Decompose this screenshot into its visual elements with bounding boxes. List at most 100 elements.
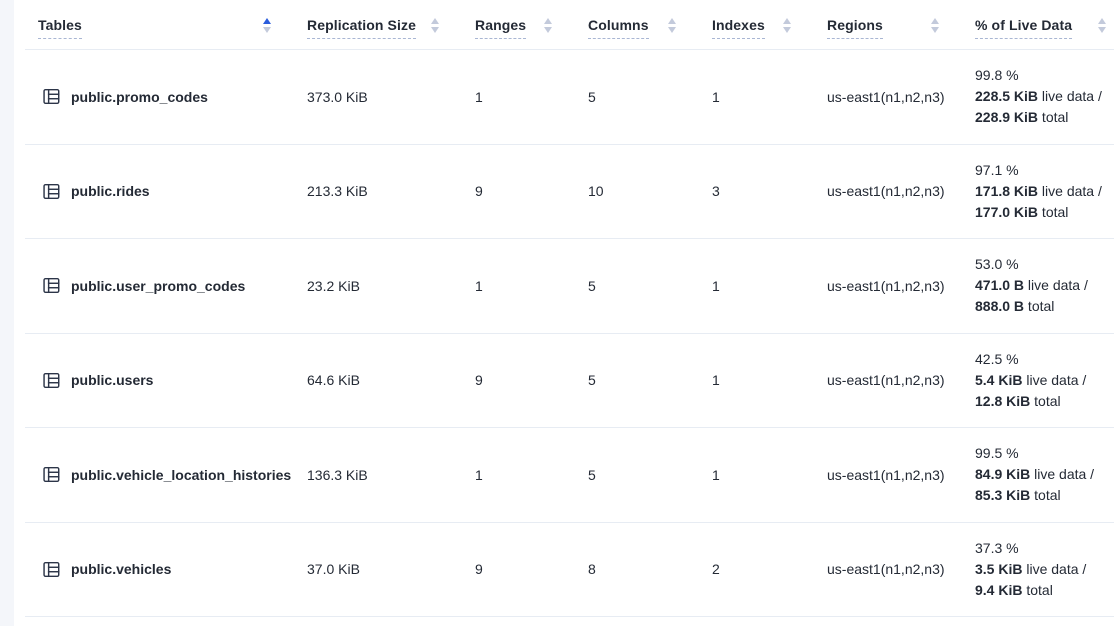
sort-asc-arrow-icon (263, 18, 271, 24)
table-name-cell[interactable]: public.vehicle_location_histories (25, 428, 295, 522)
sort-asc-arrow-icon (668, 18, 676, 24)
column-header-label: % of Live Data (975, 17, 1072, 39)
table-row[interactable]: public.users 64.6 KiB 9 5 1 us-east1(n1,… (25, 334, 1114, 429)
regions-cell: us-east1(n1,n2,n3) (815, 334, 963, 428)
column-header-indexes[interactable]: Indexes (700, 0, 815, 49)
column-header-columns[interactable]: Columns (576, 0, 700, 49)
table-name-cell[interactable]: public.user_promo_codes (25, 239, 295, 333)
indexes-cell: 3 (700, 145, 815, 239)
sort-icon[interactable] (431, 18, 439, 33)
table-row[interactable]: public.user_promo_codes 23.2 KiB 1 5 1 u… (25, 239, 1114, 334)
replication-size-cell: 64.6 KiB (295, 334, 463, 428)
column-header-label: Columns (588, 17, 649, 39)
live-data-cell: 37.3 % 3.5 KiB live data / 9.4 KiB total (963, 523, 1114, 617)
table-icon (43, 183, 60, 200)
live-data-cell: 53.0 % 471.0 B live data / 888.0 B total (963, 239, 1114, 333)
columns-cell: 5 (576, 50, 700, 144)
table-name-link[interactable]: public.user_promo_codes (71, 278, 245, 294)
table-name-link[interactable]: public.promo_codes (71, 89, 208, 105)
column-header-label: Replication Size (307, 17, 416, 39)
table-name-cell[interactable]: public.vehicles (25, 523, 295, 617)
indexes-cell: 1 (700, 428, 815, 522)
live-data-size: 5.4 KiB live data / (975, 370, 1086, 391)
sort-icon[interactable] (783, 18, 791, 33)
column-header-label: Ranges (475, 17, 526, 39)
total-data-size: 85.3 KiB total (975, 485, 1061, 506)
table-row[interactable]: public.promo_codes 373.0 KiB 1 5 1 us-ea… (25, 50, 1114, 145)
table-row[interactable]: public.vehicle_location_histories 136.3 … (25, 428, 1114, 523)
sort-icon[interactable] (263, 18, 271, 33)
total-data-size: 228.9 KiB total (975, 107, 1068, 128)
table-header-row: Tables Replication Size Ranges Columns I… (25, 0, 1114, 50)
regions-cell: us-east1(n1,n2,n3) (815, 523, 963, 617)
live-data-percent: 37.3 % (975, 538, 1019, 559)
live-data-percent: 99.5 % (975, 443, 1019, 464)
sort-desc-arrow-icon (668, 27, 676, 33)
live-data-cell: 99.5 % 84.9 KiB live data / 85.3 KiB tot… (963, 428, 1114, 522)
replication-size-cell: 37.0 KiB (295, 523, 463, 617)
live-data-size: 84.9 KiB live data / (975, 464, 1094, 485)
table-name-cell[interactable]: public.rides (25, 145, 295, 239)
sort-asc-arrow-icon (544, 18, 552, 24)
table-name-link[interactable]: public.vehicle_location_histories (71, 467, 291, 483)
live-data-size: 228.5 KiB live data / (975, 86, 1102, 107)
table-name-cell[interactable]: public.promo_codes (25, 50, 295, 144)
sort-desc-arrow-icon (783, 27, 791, 33)
table-row[interactable]: public.vehicles 37.0 KiB 9 8 2 us-east1(… (25, 523, 1114, 618)
table-row[interactable]: public.rides 213.3 KiB 9 10 3 us-east1(n… (25, 145, 1114, 240)
regions-cell: us-east1(n1,n2,n3) (815, 145, 963, 239)
regions-cell: us-east1(n1,n2,n3) (815, 50, 963, 144)
sort-desc-arrow-icon (263, 27, 271, 33)
sort-icon[interactable] (544, 18, 552, 33)
ranges-cell: 9 (463, 523, 576, 617)
regions-cell: us-east1(n1,n2,n3) (815, 239, 963, 333)
ranges-cell: 1 (463, 50, 576, 144)
live-data-percent: 53.0 % (975, 254, 1019, 275)
sort-asc-arrow-icon (431, 18, 439, 24)
column-header-replication-size[interactable]: Replication Size (295, 0, 463, 49)
live-data-cell: 42.5 % 5.4 KiB live data / 12.8 KiB tota… (963, 334, 1114, 428)
column-header-label: Tables (38, 17, 82, 39)
table-name-link[interactable]: public.vehicles (71, 561, 171, 577)
live-data-percent: 99.8 % (975, 65, 1019, 86)
total-data-size: 888.0 B total (975, 296, 1054, 317)
column-header-tables[interactable]: Tables (25, 0, 295, 49)
sort-icon[interactable] (668, 18, 676, 33)
live-data-cell: 97.1 % 171.8 KiB live data / 177.0 KiB t… (963, 145, 1114, 239)
column-header-regions[interactable]: Regions (815, 0, 963, 49)
columns-cell: 10 (576, 145, 700, 239)
column-header-of-live-data[interactable]: % of Live Data (963, 0, 1114, 49)
indexes-cell: 1 (700, 239, 815, 333)
ranges-cell: 1 (463, 428, 576, 522)
live-data-percent: 97.1 % (975, 160, 1019, 181)
live-data-percent: 42.5 % (975, 349, 1019, 370)
live-data-size: 471.0 B live data / (975, 275, 1088, 296)
sort-desc-arrow-icon (1098, 27, 1106, 33)
total-data-size: 9.4 KiB total (975, 580, 1053, 601)
table-icon (43, 561, 60, 578)
table-body: public.promo_codes 373.0 KiB 1 5 1 us-ea… (25, 50, 1114, 617)
indexes-cell: 1 (700, 50, 815, 144)
sort-icon[interactable] (1098, 18, 1106, 33)
live-data-size: 171.8 KiB live data / (975, 181, 1102, 202)
columns-cell: 5 (576, 428, 700, 522)
sort-desc-arrow-icon (931, 27, 939, 33)
table-icon (43, 466, 60, 483)
ranges-cell: 9 (463, 145, 576, 239)
live-data-size: 3.5 KiB live data / (975, 559, 1086, 580)
live-data-cell: 99.8 % 228.5 KiB live data / 228.9 KiB t… (963, 50, 1114, 144)
sort-icon[interactable] (931, 18, 939, 33)
table-icon (43, 372, 60, 389)
table-name-link[interactable]: public.rides (71, 183, 150, 199)
tables-list-card: Tables Replication Size Ranges Columns I… (14, 0, 1114, 626)
column-header-ranges[interactable]: Ranges (463, 0, 576, 49)
ranges-cell: 9 (463, 334, 576, 428)
column-header-label: Indexes (712, 17, 765, 39)
table-name-link[interactable]: public.users (71, 372, 153, 388)
sort-asc-arrow-icon (1098, 18, 1106, 24)
table-name-cell[interactable]: public.users (25, 334, 295, 428)
sort-asc-arrow-icon (931, 18, 939, 24)
total-data-size: 12.8 KiB total (975, 391, 1061, 412)
columns-cell: 5 (576, 239, 700, 333)
columns-cell: 5 (576, 334, 700, 428)
